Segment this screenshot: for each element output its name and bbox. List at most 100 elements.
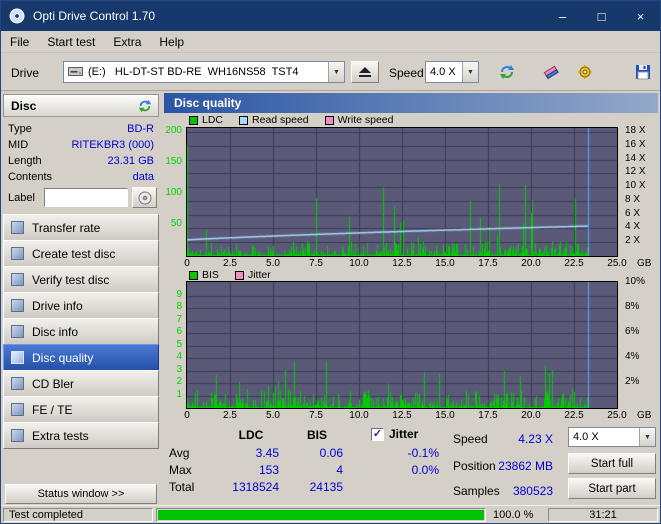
sidebar-item-disc-info[interactable]: Disc info	[3, 318, 159, 345]
chart1-plot	[186, 127, 618, 257]
position-value: 23862 MB	[498, 459, 553, 473]
sidebar-item-cd-bler[interactable]: CD Bler	[3, 370, 159, 397]
x-tick: 22.5	[564, 410, 584, 421]
drive-select[interactable]: (E:) HL-DT-ST BD-RE WH16NS58 TST4 ▼	[63, 61, 345, 83]
jitter-checkbox[interactable]: ✓	[371, 427, 384, 441]
menu-item-file[interactable]: File	[1, 31, 38, 52]
app-window: Opti Drive Control 1.70 – □ × File Start …	[0, 0, 661, 524]
right-tick: 12 X	[625, 166, 646, 178]
progress-fill	[158, 510, 484, 520]
sidebar-item-drive-info[interactable]: Drive info	[3, 292, 159, 319]
speed-select-toolbar[interactable]: 4.0 X ▼	[425, 61, 479, 83]
start-part-button[interactable]: Start part	[568, 478, 656, 499]
maximize-button[interactable]: □	[582, 1, 621, 31]
right-tick: 8 X	[625, 193, 641, 205]
right-tick: 10 X	[625, 180, 646, 192]
window-controls: – □ ×	[543, 1, 660, 31]
window-title: Opti Drive Control 1.70	[33, 9, 156, 23]
transfer-rate-icon	[11, 221, 24, 234]
right-tick: 6%	[625, 326, 640, 338]
legend-swatch	[189, 270, 198, 280]
left-tick: 2	[176, 376, 182, 388]
results-table: ✓ Jitter Speed 4.23 X 4.0 X ▼ Position 2…	[161, 424, 660, 507]
cd-bler-icon	[11, 377, 24, 390]
label-input[interactable]	[44, 188, 128, 207]
sidebar-item-disc-quality[interactable]: Disc quality	[3, 344, 159, 371]
left-tick: 1	[176, 388, 182, 400]
sidebar-item-label: Disc quality	[32, 350, 94, 365]
menu-item-extra[interactable]: Extra	[104, 31, 150, 52]
label-row: Label	[1, 185, 161, 208]
x-tick: 2.5	[223, 258, 237, 269]
save-icon	[636, 65, 650, 80]
progress-bar	[156, 508, 486, 522]
row-label-total: Total	[169, 480, 195, 494]
speed-select-results-value: 4.0 X	[573, 431, 599, 443]
minimize-button[interactable]: –	[543, 1, 582, 31]
disc-info-row: Length 23.31 GB	[8, 153, 154, 169]
sidebar-item-create-test-disc[interactable]: Create test disc	[3, 240, 159, 267]
eject-icon	[359, 67, 371, 77]
sidebar: Disc Type BD-R MID RITEKBR3 (000) Length 23.3…	[1, 91, 161, 507]
speed-select-value: 4.0 X	[430, 66, 456, 78]
save-results-button[interactable]	[629, 60, 657, 84]
x-tick: 5.0	[266, 258, 280, 269]
legend-bis: BIS	[189, 269, 219, 281]
x-tick: 20.0	[521, 410, 541, 421]
sidebar-item-verify-test-disc[interactable]: Verify test disc	[3, 266, 159, 293]
close-button[interactable]: ×	[621, 1, 660, 31]
erase-disc-button[interactable]	[537, 60, 565, 84]
menu-item-help[interactable]: Help	[150, 31, 193, 52]
chart2-legend: BIS Jitter	[189, 269, 271, 281]
sidebar-item-transfer-rate[interactable]: Transfer rate	[3, 214, 159, 241]
sidebar-item-label: CD Bler	[32, 376, 75, 391]
disc-info-label: Type	[8, 123, 32, 135]
legend-swatch	[324, 115, 334, 125]
sidebar-item-fe-te[interactable]: FE / TE	[3, 396, 159, 423]
start-full-button[interactable]: Start full	[568, 453, 656, 474]
left-tick: 200	[165, 125, 182, 137]
chart2-plot	[186, 281, 618, 409]
x-tick: 25.0	[607, 258, 627, 269]
x-tick: 10.0	[349, 410, 369, 421]
refresh-icon	[138, 99, 151, 112]
right-tick: 6 X	[625, 207, 641, 219]
disc-info-row: Type BD-R	[8, 121, 154, 137]
jitter-header-label: Jitter	[389, 427, 419, 441]
eject-button[interactable]	[351, 61, 379, 83]
speed-label: Speed	[389, 66, 424, 80]
right-tick: 18 X	[625, 125, 646, 137]
disc-info-label: Length	[8, 155, 42, 167]
statusbar: Test completed 100.0 % 31:21	[1, 505, 660, 523]
disc-info-icon	[11, 325, 24, 338]
sidebar-item-extra-tests[interactable]: Extra tests	[3, 422, 159, 449]
x-tick: 10.0	[349, 258, 369, 269]
sidebar-item-label: Verify test disc	[32, 272, 110, 287]
disc-info-value: BD-R	[127, 123, 154, 135]
read-label-button[interactable]	[132, 187, 157, 208]
menubar: File Start test Extra Help	[1, 31, 660, 53]
refresh-disc-button[interactable]	[134, 96, 155, 115]
settings-button[interactable]	[571, 60, 599, 84]
sidebar-item-label: FE / TE	[32, 402, 73, 417]
x-tick: 15.0	[435, 410, 455, 421]
x-tick: 12.5	[392, 410, 412, 421]
speed-result-value: 4.23 X	[518, 432, 553, 446]
legend-label: LDC	[202, 114, 224, 126]
x-tick: 17.5	[478, 258, 498, 269]
right-tick: 2 X	[625, 235, 641, 247]
speed-select-results[interactable]: 4.0 X ▼	[568, 427, 656, 447]
progress-percent: 100.0 %	[493, 509, 534, 521]
column-header-ldc: LDC	[238, 428, 264, 442]
menu-item-start-test[interactable]: Start test	[38, 31, 104, 52]
refresh-speeds-button[interactable]	[493, 60, 521, 84]
status-window-button[interactable]: Status window >>	[5, 484, 157, 504]
x-tick: 2.5	[223, 410, 237, 421]
fe-te-icon	[11, 403, 24, 416]
disc-info-value: RITEKBR3 (000)	[71, 139, 154, 151]
sidebar-item-label: Create test disc	[32, 246, 116, 261]
right-tick: 10%	[625, 276, 646, 288]
titlebar[interactable]: Opti Drive Control 1.70 – □ ×	[1, 1, 660, 31]
legend-swatch	[234, 270, 244, 280]
legend-jitter: Jitter	[234, 269, 271, 281]
